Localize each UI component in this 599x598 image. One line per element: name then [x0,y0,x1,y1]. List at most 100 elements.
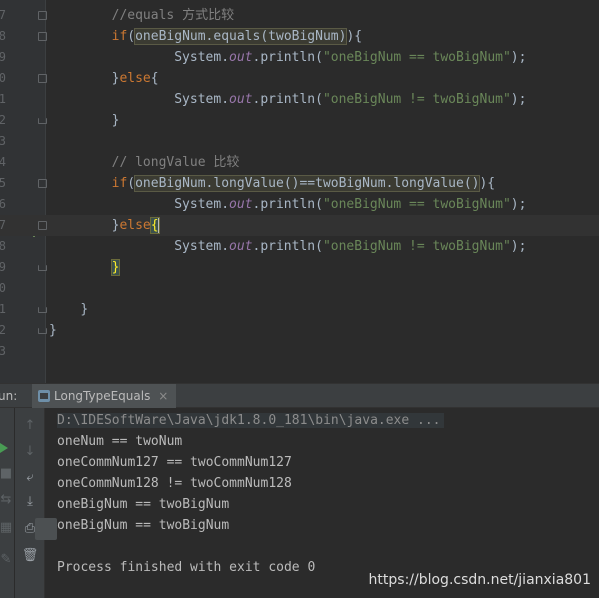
code-token: //equals 方式比较 [111,8,235,23]
code-text: } [49,320,57,341]
code-token: } [110,259,121,276]
code-text: if(oneBigNum.longValue()==twoBigNum.long… [49,173,495,194]
code-token: } [49,323,57,338]
line-number: 9 [0,260,6,274]
code-text: System.out.println("oneBigNum != twoBigN… [49,236,526,257]
code-text: if(oneBigNum.equals(twoBigNum)){ [49,26,362,47]
run-tool-header: un: LongTypeEquals × [0,384,599,408]
code-line[interactable]: 8 if(oneBigNum.equals(twoBigNum)){ [0,26,599,47]
close-icon[interactable]: × [158,389,168,403]
code-token: ){ [479,176,496,191]
line-number: 6 [0,197,6,211]
console-line: oneCommNum128 != twoCommNum128 [57,476,292,491]
soft-wrap-icon[interactable]: ⤶ [20,470,40,485]
code-token: out [229,92,253,107]
tab-long-type-equals[interactable]: LongTypeEquals × [32,384,177,408]
line-number: 4 [0,155,6,169]
trash-icon[interactable]: 🗑 [20,548,40,563]
code-token: if [111,29,128,44]
code-token: "oneBigNum == twoBigNum" [322,50,511,65]
code-token: { [150,71,159,86]
code-token: oneBigNum.equals(twoBigNum) [134,28,348,45]
code-token: System. [142,197,230,212]
down-arrow-icon[interactable]: ↓ [20,444,40,459]
fold-marker-icon[interactable] [38,74,47,83]
console-output[interactable]: D:\IDESoftWare\Java\jdk1.8.0_181\bin\jav… [57,410,444,578]
code-token: .println( [252,239,323,254]
code-token: ); [510,92,527,107]
scroll-to-end-icon[interactable]: ⤓ [20,494,40,509]
code-line[interactable]: 6 System.out.println("oneBigNum == twoBi… [0,194,599,215]
code-text: } [49,299,88,320]
code-line[interactable]: 0 [0,278,599,299]
fold-marker-icon[interactable] [38,221,47,230]
code-line[interactable]: 7 }else{ [0,215,599,236]
code-token: ){ [346,29,363,44]
line-number: 8 [0,29,6,43]
line-number: 5 [0,176,6,190]
code-line[interactable]: 3 [0,131,599,152]
code-token: ); [510,50,527,65]
code-line[interactable]: 4 // longValue 比较 [0,152,599,173]
code-line[interactable]: 7 //equals 方式比较 [0,5,599,26]
console-line-command: D:\IDESoftWare\Java\jdk1.8.0_181\bin\jav… [57,410,444,431]
fold-marker-icon[interactable] [38,118,47,124]
code-token: oneBigNum.longValue()==twoBigNum.longVal… [134,175,481,192]
code-text: System.out.println("oneBigNum == twoBigN… [49,47,526,68]
rerun-icon[interactable]: ⇆ [0,492,16,507]
code-line[interactable]: 5 if(oneBigNum.longValue()==twoBigNum.lo… [0,173,599,194]
pin-icon[interactable]: ✎ [0,552,16,567]
code-line[interactable]: 2 } [0,110,599,131]
code-text: }else{ [49,68,159,89]
layout-icon[interactable]: ▦ [0,520,16,535]
code-text: } [49,257,121,278]
fold-marker-icon[interactable] [38,11,47,20]
code-text: //equals 方式比较 [49,5,234,26]
line-number: 7 [0,8,6,22]
code-token: "oneBigNum != twoBigNum" [322,239,511,254]
fold-marker-icon[interactable] [38,307,47,313]
code-line[interactable]: 1 } [0,299,599,320]
code-token: out [229,197,253,212]
code-line[interactable]: 9 System.out.println("oneBigNum == twoBi… [0,47,599,68]
code-token: "oneBigNum == twoBigNum" [322,197,511,212]
code-token: ( [127,176,136,191]
fold-marker-icon[interactable] [38,328,47,334]
code-line[interactable]: 0 }else{ [0,68,599,89]
code-token: } [111,113,120,128]
line-number: 2 [0,113,6,127]
console-line: oneNum == twoNum [57,434,183,449]
tab-label: LongTypeEquals [54,389,151,403]
run-panel: un: LongTypeEquals × ■ ⇆ ▦ ✎ ↑ ↓ ⤶ ⤓ ⎙ 🗑… [0,383,599,598]
code-line[interactable]: 9 } [0,257,599,278]
fold-marker-icon[interactable] [38,179,47,188]
code-text: // longValue 比较 [49,152,240,173]
code-line[interactable]: 8 System.out.println("oneBigNum != twoBi… [0,236,599,257]
line-number: 1 [0,302,6,316]
code-token: ); [510,197,527,212]
code-editor[interactable]: 7 //equals 方式比较 8 if(oneBigNum.equals(two… [0,0,599,383]
run-icon[interactable] [0,443,8,453]
code-token: else [119,71,151,86]
code-line[interactable]: 3 [0,341,599,362]
print-icon[interactable]: ⎙ [20,521,40,536]
code-token: } [80,302,89,317]
stop-icon[interactable]: ■ [0,466,16,481]
code-token: "oneBigNum != twoBigNum" [322,92,511,107]
code-token: System. [142,239,230,254]
console-line: oneCommNum127 == twoCommNum127 [57,455,292,470]
console-toolbar: ↑ ↓ ⤶ ⤓ ⎙ 🗑 [15,408,57,598]
code-token: ); [510,239,527,254]
code-line[interactable]: 1 System.out.println("oneBigNum != twoBi… [0,89,599,110]
fold-marker-icon[interactable] [38,32,47,41]
code-token: // longValue 比较 [111,155,240,170]
up-arrow-icon[interactable]: ↑ [20,418,40,433]
code-token: ( [127,29,136,44]
line-number: 2 [0,323,6,337]
code-line[interactable]: 2} [0,320,599,341]
console-line: oneBigNum == twoBigNum [57,497,230,512]
fold-marker-icon[interactable] [38,265,47,271]
code-token: .println( [252,50,323,65]
code-token: out [229,50,253,65]
